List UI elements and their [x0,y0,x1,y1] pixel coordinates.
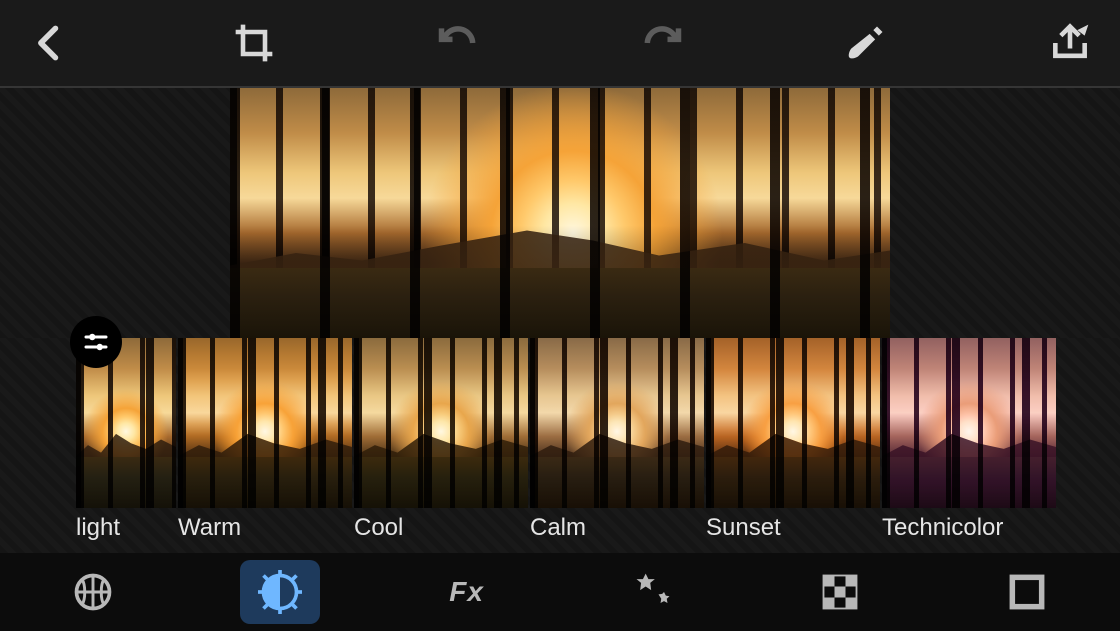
filter-list: lightWarmCoolCalmSunsetTechnicolor [0,338,1120,542]
fx-icon: Fx [449,576,484,608]
redo-icon [640,21,684,65]
filter-thumb-light[interactable]: light [76,338,176,542]
brightness-icon [258,570,302,614]
tab-frame[interactable] [987,560,1067,624]
filter-thumb-image [530,338,704,508]
redo-button[interactable] [632,13,692,73]
filter-thumb-technicolor[interactable]: Technicolor [882,338,1056,542]
share-icon [1048,21,1092,65]
filter-thumb-image [354,338,528,508]
bottom-tabbar: Fx [0,553,1120,631]
main-image-ground [230,268,890,338]
share-button[interactable] [1040,13,1100,73]
top-toolbar [0,0,1120,88]
globe-icon [71,570,115,614]
canvas-area [0,88,1120,338]
frame-icon [1005,570,1049,614]
filter-thumb-label: Warm [178,508,352,542]
filter-strip: lightWarmCoolCalmSunsetTechnicolor [0,338,1120,553]
filter-thumb-label: Technicolor [882,508,1056,542]
undo-button[interactable] [428,13,488,73]
tab-checker[interactable] [800,560,880,624]
tab-stars[interactable] [613,560,693,624]
checkerboard-icon [818,570,862,614]
filter-adjust-button[interactable] [70,316,122,368]
filter-thumb-image [882,338,1056,508]
undo-icon [436,21,480,65]
filter-thumb-calm[interactable]: Calm [530,338,704,542]
crop-button[interactable] [224,13,284,73]
filter-thumb-label: Calm [530,508,704,542]
filter-thumb-label: Cool [354,508,528,542]
sliders-icon [81,327,111,357]
brush-icon [844,21,888,65]
tab-fx[interactable]: Fx [427,560,507,624]
tab-lighting[interactable] [240,560,320,624]
filter-thumb-image [178,338,352,508]
app-root: lightWarmCoolCalmSunsetTechnicolor Fx [0,0,1120,631]
crop-icon [232,21,276,65]
main-image-preview[interactable] [230,88,890,338]
filter-thumb-cool[interactable]: Cool [354,338,528,542]
back-button[interactable] [20,13,80,73]
tab-globe[interactable] [53,560,133,624]
filter-thumb-sunset[interactable]: Sunset [706,338,880,542]
filter-thumb-image [706,338,880,508]
filter-thumb-warm[interactable]: Warm [178,338,352,542]
stars-icon [631,570,675,614]
filter-thumb-label: light [76,508,176,542]
chevron-left-icon [28,21,72,65]
brush-button[interactable] [836,13,896,73]
filter-thumb-label: Sunset [706,508,880,542]
